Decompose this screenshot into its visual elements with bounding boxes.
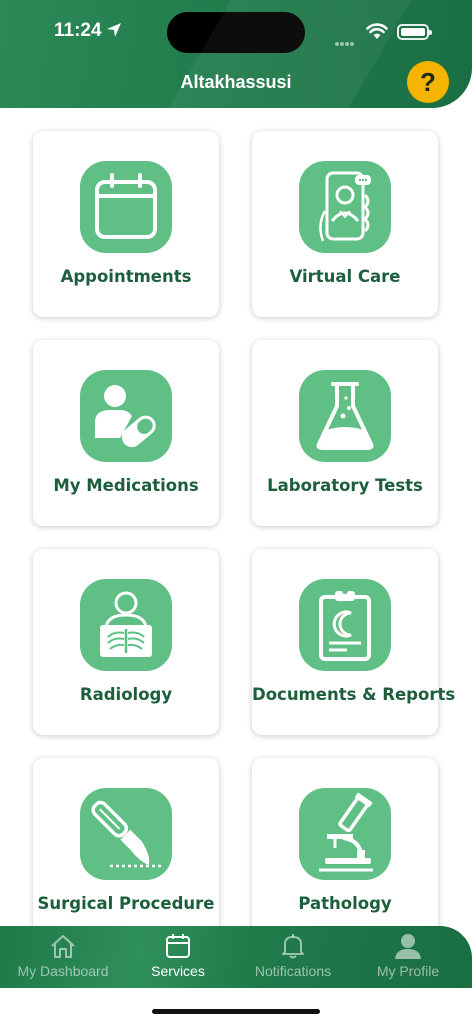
bell-icon bbox=[282, 934, 304, 959]
calendar-icon bbox=[166, 934, 190, 958]
service-tile-my-medications[interactable]: My Medications bbox=[33, 340, 219, 526]
xray-icon bbox=[80, 579, 172, 671]
service-tile-appointments[interactable]: Appointments bbox=[33, 131, 219, 317]
nav-label: Notifications bbox=[254, 963, 332, 979]
nav-label: My Profile bbox=[376, 963, 440, 979]
service-label: Appointments bbox=[60, 267, 192, 286]
cellular-signal-icon bbox=[335, 31, 355, 50]
service-label: Radiology bbox=[79, 685, 173, 704]
nav-item-my-dashboard[interactable]: My Dashboard bbox=[4, 926, 122, 988]
app-header: 11:24 Altakhassusi bbox=[0, 0, 472, 108]
service-label: My Medications bbox=[53, 476, 199, 495]
doctor-video-call-icon bbox=[299, 161, 391, 253]
help-button[interactable]: ? bbox=[407, 61, 449, 103]
person-icon bbox=[395, 934, 421, 959]
app-title: Altakhassusi bbox=[180, 72, 292, 92]
clipboard-icon bbox=[299, 579, 391, 671]
nav-item-services[interactable]: Services bbox=[122, 926, 234, 988]
microscope-icon bbox=[299, 788, 391, 880]
scalpel-icon bbox=[80, 788, 172, 880]
home-indicator[interactable] bbox=[152, 1009, 320, 1014]
battery-icon bbox=[397, 24, 432, 40]
service-tile-pathology[interactable]: Pathology bbox=[252, 758, 438, 944]
service-label: Pathology bbox=[298, 894, 392, 913]
services-screen: 11:24 Altakhassusi ? Appointments Virtua… bbox=[0, 0, 472, 1024]
location-arrow-icon bbox=[107, 23, 121, 37]
service-tile-radiology[interactable]: Radiology bbox=[33, 549, 219, 735]
wifi-icon bbox=[366, 23, 388, 39]
flask-icon bbox=[299, 370, 391, 462]
service-label: Surgical Procedure bbox=[37, 894, 215, 913]
nav-item-notifications[interactable]: Notifications bbox=[234, 926, 352, 988]
status-time: 11:24 bbox=[54, 20, 102, 41]
home-icon bbox=[51, 935, 75, 958]
service-tile-surgical-procedure[interactable]: Surgical Procedure bbox=[33, 758, 219, 944]
nav-item-my-profile[interactable]: My Profile bbox=[352, 926, 464, 988]
service-label: Laboratory Tests bbox=[267, 476, 423, 495]
calendar-icon bbox=[80, 161, 172, 253]
dynamic-island bbox=[167, 12, 305, 53]
service-label: Virtual Care bbox=[289, 267, 401, 286]
nav-label: My Dashboard bbox=[17, 963, 109, 979]
service-tile-laboratory-tests[interactable]: Laboratory Tests bbox=[252, 340, 438, 526]
service-label: Documents & Reports bbox=[252, 685, 456, 704]
patient-pill-icon bbox=[80, 370, 172, 462]
nav-label: Services bbox=[151, 963, 205, 979]
service-tile-virtual-care[interactable]: Virtual Care bbox=[252, 131, 438, 317]
bottom-navigation: My Dashboard Services Notifications My P… bbox=[0, 926, 472, 988]
service-tile-documents-reports[interactable]: Documents & Reports bbox=[252, 549, 456, 735]
